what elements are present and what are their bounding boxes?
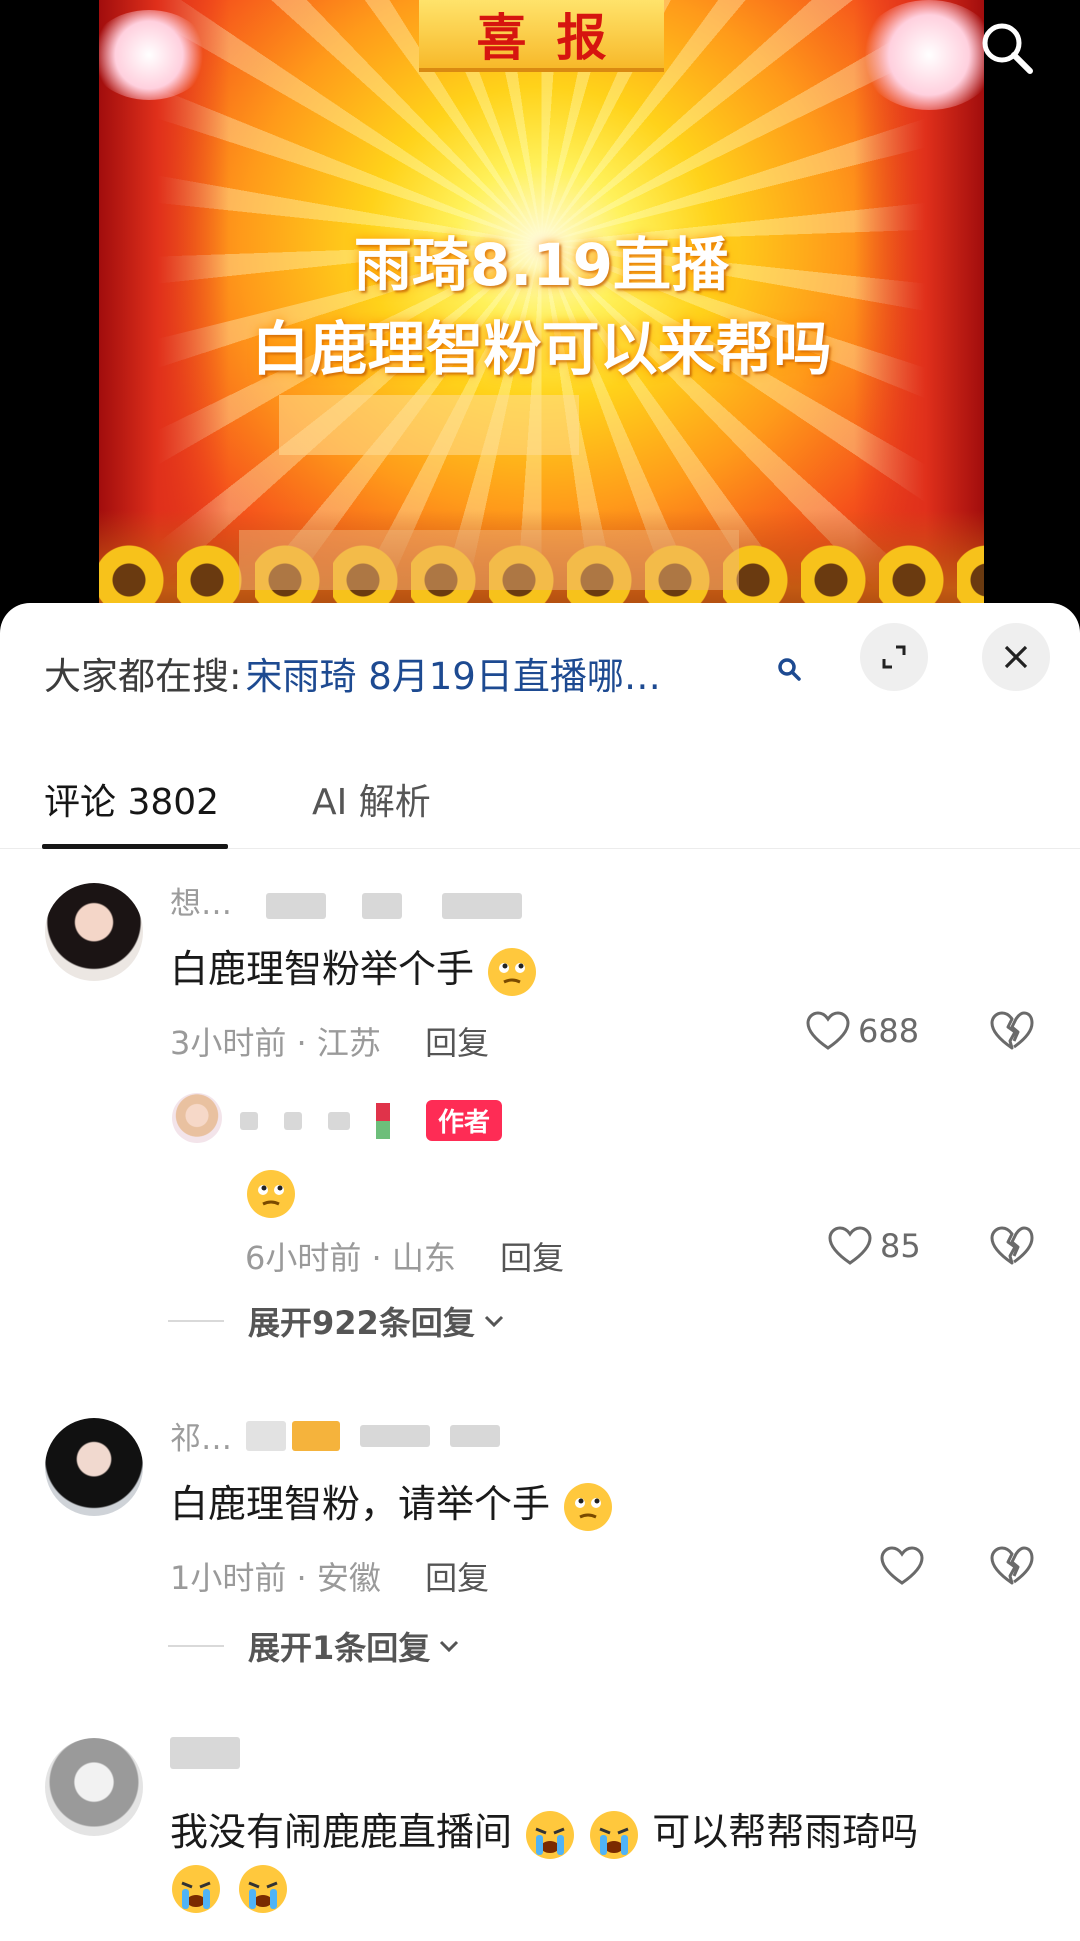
comment-username[interactable]: 想… [170, 878, 522, 923]
crying-emoji-icon [588, 1809, 640, 1861]
reply-text [245, 1168, 297, 1220]
dislike-button[interactable] [990, 1226, 1034, 1270]
thinking-emoji-icon [486, 946, 538, 998]
like-count: 688 [858, 1012, 920, 1050]
heart-icon [880, 1546, 924, 1585]
expand-replies-button[interactable]: 展开922条回复 [168, 1298, 507, 1344]
like-button[interactable]: 85 [828, 1226, 921, 1266]
broken-heart-icon [990, 1546, 1034, 1585]
chevron-down-icon [440, 1640, 459, 1653]
author-badge: 作者 [426, 1100, 503, 1141]
broken-heart-icon [990, 1011, 1034, 1050]
comment-username[interactable]: 祁… [170, 1413, 500, 1458]
video-banner: 喜报 [419, 0, 664, 72]
like-count: 85 [880, 1227, 921, 1265]
heart-icon [828, 1226, 872, 1265]
crying-emoji-icon [237, 1863, 289, 1915]
tab-ai-analysis[interactable]: AI 解析 [312, 773, 431, 825]
suggestion-label: 大家都在搜: [44, 655, 242, 698]
like-button[interactable] [880, 1546, 932, 1586]
search-icon[interactable] [975, 16, 1039, 80]
thinking-emoji-icon [245, 1168, 297, 1220]
reply-button[interactable]: 回复 [500, 1239, 564, 1277]
mosaic-blur [279, 395, 579, 455]
tab-active-indicator [42, 844, 228, 849]
crying-emoji-icon [524, 1809, 576, 1861]
crying-emoji-icon [170, 1863, 222, 1915]
dislike-button[interactable] [990, 1011, 1034, 1055]
tab-comments[interactable]: 评论 3802 [44, 773, 219, 825]
comment-text: 白鹿理智粉，请举个手 [170, 1473, 614, 1533]
avatar[interactable] [45, 883, 143, 981]
close-button[interactable] [982, 623, 1050, 691]
reply-avatar[interactable] [172, 1093, 222, 1143]
comment-meta: 3小时前 · 江苏 回复 [170, 1024, 490, 1062]
reply-username[interactable]: 作者 [240, 1100, 503, 1141]
video-headline-2: 白鹿理智粉可以来帮吗 [251, 315, 832, 383]
close-icon [1004, 645, 1028, 669]
expand-icon [882, 645, 906, 669]
broken-heart-icon [990, 1226, 1034, 1265]
avatar[interactable] [45, 1738, 143, 1836]
reply-button[interactable]: 回复 [425, 1024, 489, 1062]
video-player[interactable]: 喜报 雨琦8.19直播 白鹿理智粉可以来帮吗 [0, 0, 1080, 640]
dislike-button[interactable] [990, 1546, 1034, 1590]
thinking-emoji-icon [562, 1481, 614, 1533]
chevron-down-icon [484, 1315, 503, 1328]
tab-bar: 评论 3802 AI 解析 [0, 763, 1080, 849]
suggestion-query-link[interactable]: 宋雨琦 8月19日直播哪… [245, 646, 660, 700]
like-button[interactable]: 688 [806, 1011, 919, 1051]
video-frame: 喜报 雨琦8.19直播 白鹿理智粉可以来帮吗 [99, 0, 984, 640]
expand-replies-button[interactable]: 展开1条回复 [168, 1623, 462, 1669]
heart-icon [806, 1011, 850, 1050]
search-suggestion[interactable]: 大家都在搜: 宋雨琦 8月19日直播哪… [44, 648, 804, 698]
comment-meta: 1小时前 · 安徽 回复 [170, 1559, 490, 1597]
video-headline-1: 雨琦8.19直播 [353, 231, 730, 299]
comment-text: 我没有闹鹿鹿直播间 可以帮帮雨琦吗 [170, 1801, 918, 1861]
reply-meta: 6小时前 · 山东 回复 [245, 1239, 565, 1277]
mosaic-blur [239, 530, 739, 590]
comment-panel: 大家都在搜: 宋雨琦 8月19日直播哪… 评论 3802 AI 解析 想… 白鹿… [0, 603, 1080, 1941]
comment-text-emojis [170, 1863, 289, 1915]
comment-username[interactable] [170, 1733, 240, 1769]
comment-text: 白鹿理智粉举个手 [170, 938, 538, 998]
avatar[interactable] [45, 1418, 143, 1516]
reply-button[interactable]: 回复 [425, 1559, 489, 1597]
search-icon[interactable] [775, 655, 805, 685]
expand-panel-button[interactable] [860, 623, 928, 691]
